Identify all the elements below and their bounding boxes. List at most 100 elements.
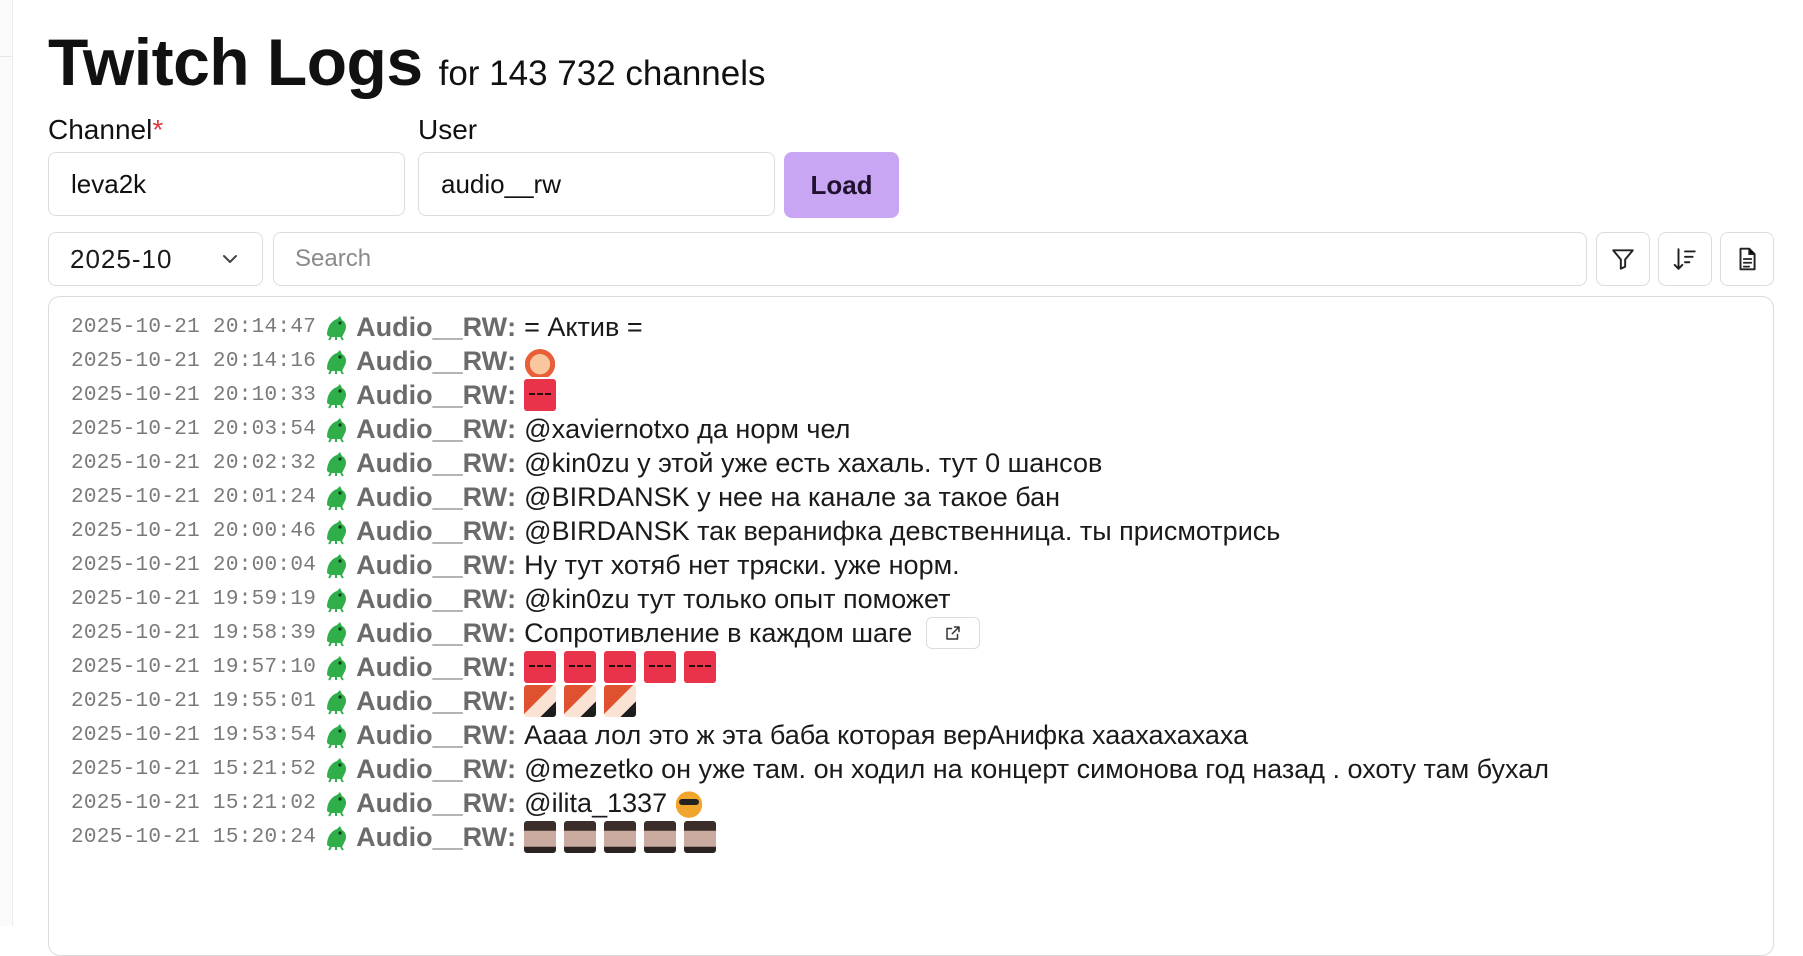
user-badge-icon [327,452,347,477]
log-line: 2025-10-21 20:00:04 Audio__RW: Ну тут хотя… [71,548,1549,582]
log-toolbar: 2025-10 Search [48,232,1774,288]
log-username[interactable]: Audio__RW [356,618,507,649]
user-badge-icon [327,520,347,545]
log-message: @BIRDANSK у нее на канале за такое бан [524,481,1060,512]
log-colon: : [507,787,517,818]
log-username[interactable]: Audio__RW [356,482,507,513]
sidebar-edge [0,0,13,926]
user-badge-icon [327,384,347,409]
log-timestamp: 2025-10-21 20:14:47 [71,315,317,339]
user-badge-icon [327,758,347,783]
log-line: 2025-10-21 15:21:02 Audio__RW: @ilita_1337 [71,786,1549,820]
log-line: 2025-10-21 20:14:16 Audio__RW: [71,344,1549,378]
log-message: @xaviernotxo да норм чел [524,413,851,444]
emote-image [564,685,597,717]
log-username[interactable]: Audio__RW [356,754,507,785]
log-username[interactable]: Audio__RW [356,686,507,717]
emote-image [524,821,557,853]
log-line: 2025-10-21 19:55:01 Audio__RW: [71,684,1549,718]
user-badge-icon [327,792,347,817]
user-badge-icon [327,350,347,375]
log-timestamp: 2025-10-21 15:21:02 [71,791,317,815]
log-timestamp: 2025-10-21 20:02:32 [71,451,317,475]
log-colon: : [507,651,517,682]
log-colon: : [507,685,517,716]
text-view-button[interactable] [1720,232,1774,286]
log-timestamp: 2025-10-21 19:58:39 [71,621,317,645]
sort-button[interactable] [1658,232,1712,286]
user-input[interactable]: audio__rw [418,152,775,216]
log-username[interactable]: Audio__RW [356,312,507,343]
log-username[interactable]: Audio__RW [356,448,507,479]
log-line: 2025-10-21 19:59:19 Audio__RW: @kin0zu тут… [71,582,1549,616]
user-badge-icon [327,316,347,341]
user-badge-icon [327,690,347,715]
log-colon: : [507,753,517,784]
log-timestamp: 2025-10-21 15:21:52 [71,757,317,781]
emote-image [604,821,637,853]
log-username[interactable]: Audio__RW [356,720,507,751]
channel-label-text: Channel [48,114,153,145]
log-line: 2025-10-21 20:10:33 Audio__RW: [71,378,1549,412]
log-username[interactable]: Audio__RW [356,550,507,581]
open-link-button[interactable] [926,617,981,649]
user-badge-icon [327,656,347,681]
log-colon: : [507,821,517,852]
chevron-down-icon [223,255,237,263]
log-line: 2025-10-21 20:01:24 Audio__RW: @BIRDANSK у… [71,480,1549,514]
log-colon: : [507,447,517,478]
emote-image [684,821,717,853]
search-input[interactable]: Search [273,232,1587,286]
log-message: Аааа лол это ж эта баба которая верАнифк… [524,719,1249,750]
emote-image [564,821,597,853]
log-timestamp: 2025-10-21 19:55:01 [71,689,317,713]
log-username[interactable]: Audio__RW [356,652,507,683]
user-badge-icon [327,826,347,851]
user-badge-icon [327,588,347,613]
user-badge-icon [327,622,347,647]
log-timestamp: 2025-10-21 19:53:54 [71,723,317,747]
log-panel: 2025-10-21 20:14:47 Audio__RW: = Актив = 20… [48,296,1774,956]
log-timestamp: 2025-10-21 20:00:46 [71,519,317,543]
filter-icon [1612,249,1634,270]
month-value: 2025-10 [70,244,173,274]
log-message: Сопротивление в каждом шаге [524,617,913,648]
emote-image [604,685,637,717]
log-username[interactable]: Audio__RW [356,584,507,615]
log-line: 2025-10-21 20:03:54 Audio__RW: @xaviernotx… [71,412,1549,446]
log-timestamp: 2025-10-21 20:00:04 [71,553,317,577]
log-username[interactable]: Audio__RW [356,788,507,819]
log-line: 2025-10-21 20:14:47 Audio__RW: = Актив = [71,310,1549,344]
log-colon: : [507,413,517,444]
log-colon: : [507,549,517,580]
month-select[interactable]: 2025-10 [48,232,263,286]
emote-image [524,379,557,411]
log-timestamp: 2025-10-21 19:59:19 [71,587,317,611]
emote-image [524,345,557,377]
load-button[interactable]: Load [784,152,899,218]
log-timestamp: 2025-10-21 15:20:24 [71,825,317,849]
log-colon: : [507,345,517,376]
user-label: User [418,114,478,145]
sidebar-divider [0,56,12,57]
log-message: @BIRDANSK так веранифка девственница. ты… [524,515,1281,546]
log-username[interactable]: Audio__RW [356,346,507,377]
log-timestamp: 2025-10-21 20:10:33 [71,383,317,407]
log-username[interactable]: Audio__RW [356,822,507,853]
required-mark: * [152,114,164,145]
log-username[interactable]: Audio__RW [356,380,507,411]
log-colon: : [507,719,517,750]
log-line: 2025-10-21 15:21:52 Audio__RW: @mezetko он… [71,752,1549,786]
emote-image [684,651,717,683]
log-line: 2025-10-21 20:02:32 Audio__RW: @kin0zu у э… [71,446,1549,480]
log-timestamp: 2025-10-21 19:57:10 [71,655,317,679]
user-badge-icon [327,486,347,511]
log-line: 2025-10-21 19:57:10 Audio__RW: [71,650,1549,684]
log-line: 2025-10-21 15:20:24 Audio__RW: [71,820,1549,854]
filter-button[interactable] [1596,232,1650,286]
log-username[interactable]: Audio__RW [356,516,507,547]
log-username[interactable]: Audio__RW [356,414,507,445]
emote-image [524,685,557,717]
document-icon [1739,247,1756,271]
channel-input[interactable]: leva2k [48,152,405,216]
